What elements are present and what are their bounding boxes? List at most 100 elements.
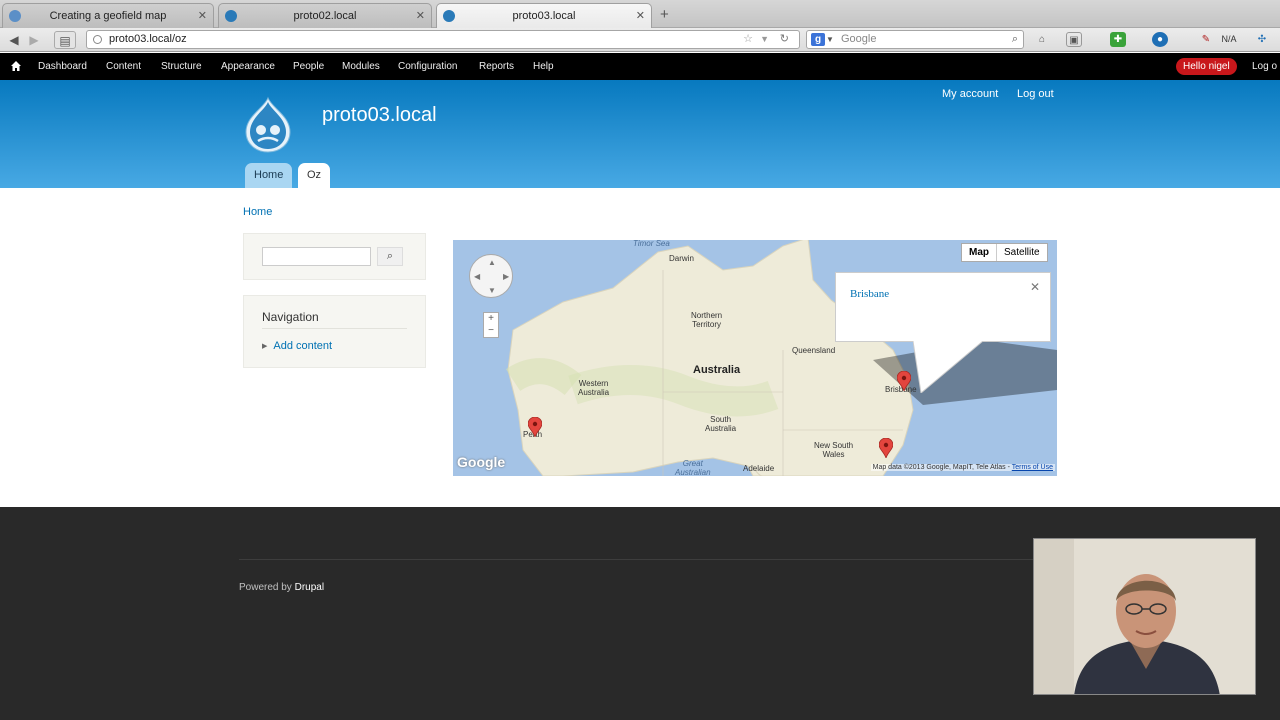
divider <box>262 328 407 329</box>
screenshot-icon[interactable]: ▣ <box>1066 32 1082 47</box>
infowindow-pointer <box>913 341 983 393</box>
zoom-in-button[interactable]: + <box>484 313 498 325</box>
addon-status-label[interactable]: N/A <box>1216 32 1242 47</box>
home-icon[interactable] <box>10 60 22 72</box>
tab-close-icon[interactable]: ✕ <box>416 9 425 22</box>
webcam-overlay <box>1033 538 1256 695</box>
addon-more-icon[interactable]: ✣ <box>1254 32 1270 47</box>
tab-title: proto03.local <box>512 10 576 22</box>
page-menu-icon[interactable]: ▤ <box>54 31 76 49</box>
search-button[interactable]: ⌕ <box>377 247 403 266</box>
addon-tools-icon[interactable]: ✎ <box>1198 32 1214 47</box>
tab-title: proto02.local <box>293 10 357 22</box>
toolbar-reports[interactable]: Reports <box>479 61 514 72</box>
map-label-adelaide: Adelaide <box>743 464 775 473</box>
tab-home[interactable]: Home <box>245 163 293 188</box>
back-arrow-icon[interactable]: ◀ <box>6 31 22 49</box>
powered-by-text: Powered by <box>239 582 295 593</box>
url-bar[interactable]: proto03.local/oz ☆ ▼ ↻ <box>86 30 800 49</box>
map-label-great-australian: Great Australian <box>675 459 711 476</box>
home-icon[interactable]: ⌂ <box>1034 32 1050 47</box>
powered-by: Powered by Drupal <box>239 582 324 593</box>
addon-icon[interactable]: ✚ <box>1110 32 1126 47</box>
map-label-south-australia: South Australia <box>705 415 737 433</box>
pan-control[interactable]: ▲ ▼ ◀ ▶ <box>469 254 513 298</box>
browser-tab[interactable]: Creating a geofield map ✕ <box>2 3 214 28</box>
browser-tab[interactable]: proto02.local ✕ <box>218 3 432 28</box>
zoom-control: + − <box>483 312 499 338</box>
map-label-northern-territory: Northern Territory <box>691 311 723 329</box>
pan-down-icon[interactable]: ▼ <box>488 286 496 295</box>
google-search-icon[interactable]: g <box>811 33 825 46</box>
toolbar-structure[interactable]: Structure <box>161 61 202 72</box>
drupal-logo-icon[interactable] <box>242 96 294 154</box>
infowindow-title[interactable]: Brisbane <box>850 288 889 300</box>
map-label-new-south-wales: New South Wales <box>814 441 854 459</box>
map-type-satellite-button[interactable]: Satellite <box>997 244 1047 261</box>
divider <box>239 559 1041 560</box>
geofield-map[interactable]: Timor Sea Darwin Northern Territory Quee… <box>453 240 1057 476</box>
site-name[interactable]: proto03.local <box>322 104 437 127</box>
presenter-video-image <box>1034 539 1255 694</box>
browser-tab-bar: Creating a geofield map ✕ proto02.local … <box>0 0 1280 29</box>
toolbar-modules[interactable]: Modules <box>342 61 380 72</box>
map-label-queensland: Queensland <box>792 346 836 355</box>
map-label-western-australia: Western Australia <box>578 379 610 397</box>
browser-tab-active[interactable]: proto03.local ✕ <box>436 3 652 29</box>
chevron-down-icon[interactable]: ▼ <box>826 31 834 48</box>
tab-oz[interactable]: Oz <box>298 163 331 188</box>
new-tab-button[interactable]: + <box>660 6 669 23</box>
search-bar[interactable]: g ▼ Google ⌕ <box>806 30 1024 49</box>
forward-arrow-icon[interactable]: ▶ <box>26 31 42 49</box>
url-text[interactable]: proto03.local/oz <box>109 31 187 48</box>
zoom-out-button[interactable]: − <box>484 325 498 337</box>
logout-link[interactable]: Log out <box>1017 88 1054 100</box>
toolbar-help[interactable]: Help <box>533 61 554 72</box>
map-marker-icon[interactable] <box>879 438 893 458</box>
breadcrumb[interactable]: Home <box>243 206 272 218</box>
pan-up-icon[interactable]: ▲ <box>488 258 496 267</box>
toolbar-content[interactable]: Content <box>106 61 141 72</box>
map-infowindow: Brisbane ✕ <box>835 272 1051 342</box>
navigation-title: Navigation <box>262 310 319 324</box>
map-type-map-button[interactable]: Map <box>962 244 997 261</box>
close-icon[interactable]: ✕ <box>1030 280 1040 294</box>
pan-right-icon[interactable]: ▶ <box>503 272 509 281</box>
google-logo: Google <box>457 454 506 470</box>
toolbar-dashboard[interactable]: Dashboard <box>38 61 87 72</box>
addon-globe-icon[interactable]: ● <box>1152 32 1168 47</box>
terms-of-use-link[interactable]: Terms of Use <box>1012 464 1053 471</box>
drupal-link[interactable]: Drupal <box>295 582 324 593</box>
toolbar-logout[interactable]: Log o <box>1252 61 1277 72</box>
map-label-australia: Australia <box>693 364 741 376</box>
map-marker-icon[interactable] <box>528 417 542 437</box>
site-header: proto03.local My account Log out Home Oz <box>0 80 1280 188</box>
magnifier-icon[interactable]: ⌕ <box>1012 31 1018 48</box>
tab-title: Creating a geofield map <box>49 10 167 22</box>
user-greeting-badge[interactable]: Hello nigel <box>1176 58 1237 75</box>
toolbar-appearance[interactable]: Appearance <box>221 61 275 72</box>
toolbar-people[interactable]: People <box>293 61 324 72</box>
search-block: ⌕ <box>243 233 426 280</box>
tab-close-icon[interactable]: ✕ <box>198 9 207 22</box>
nav-item-label[interactable]: Add content <box>273 340 332 352</box>
map-label-darwin: Darwin <box>669 254 694 263</box>
my-account-link[interactable]: My account <box>942 88 998 100</box>
map-attribution: Map data ©2013 Google, MapIT, Tele Atlas… <box>870 464 1055 471</box>
triangle-bullet-icon: ▶ <box>262 343 268 350</box>
bookmark-star-icon[interactable]: ☆ <box>743 31 753 48</box>
map-marker-icon[interactable] <box>897 371 911 391</box>
reload-icon[interactable]: ↻ <box>780 31 789 48</box>
tab-close-icon[interactable]: ✕ <box>636 9 645 22</box>
globe-icon <box>93 35 102 44</box>
search-input[interactable] <box>262 247 371 266</box>
map-type-control: Map Satellite <box>961 243 1048 262</box>
toolbar-configuration[interactable]: Configuration <box>398 61 457 72</box>
attribution-text: Map data ©2013 Google, MapIT, Tele Atlas… <box>872 464 1012 471</box>
pan-left-icon[interactable]: ◀ <box>474 272 480 281</box>
admin-toolbar: Dashboard Content Structure Appearance P… <box>0 53 1280 80</box>
nav-item-add-content[interactable]: ▶ Add content <box>262 340 332 352</box>
chevron-down-icon[interactable]: ▼ <box>760 31 769 48</box>
browser-navigation-bar: ◀ ▶ ▤ proto03.local/oz ☆ ▼ ↻ g ▼ Google … <box>0 28 1280 52</box>
map-label-timor-sea: Timor Sea <box>633 240 670 248</box>
